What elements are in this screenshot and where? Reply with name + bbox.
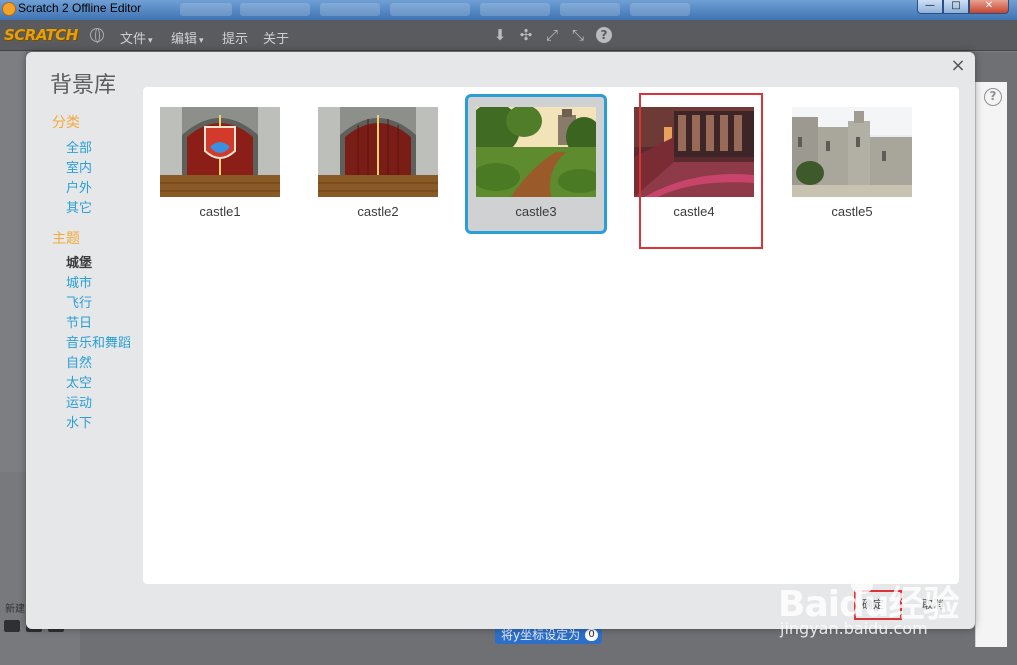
- chevron-down-icon: ▾: [148, 36, 153, 46]
- image-icon[interactable]: [4, 620, 20, 632]
- category-item-all[interactable]: 全部: [66, 137, 92, 156]
- theme-item-music-dance[interactable]: 音乐和舞蹈: [66, 332, 131, 351]
- theme-item-underwater[interactable]: 水下: [66, 412, 92, 431]
- category-item-indoors[interactable]: 室内: [66, 157, 92, 176]
- set-y-block-value[interactable]: 0: [585, 629, 599, 641]
- backdrop-thumbnail: [792, 107, 912, 197]
- backdrop-library-dialog: 背景库 × 分类 全部 室内 户外 其它 主题 城堡 城市 飞行 节日 音乐和舞…: [26, 52, 975, 629]
- menu-edit-label: 编辑: [171, 32, 198, 47]
- theme-item-city[interactable]: 城市: [66, 272, 92, 291]
- backdrop-item-label: castle3: [515, 204, 557, 219]
- backdrop-item-castle3[interactable]: castle3: [465, 94, 607, 234]
- cancel-button[interactable]: 取消: [922, 596, 944, 612]
- maximize-button[interactable]: □: [943, 0, 969, 14]
- backdrop-thumbnail: [318, 107, 438, 197]
- backdrop-item-castle2[interactable]: castle2: [307, 94, 449, 234]
- annotation-highlight: [639, 93, 763, 249]
- stage-panel: [0, 52, 26, 472]
- background-tab: [320, 3, 380, 16]
- ok-button[interactable]: 确定: [862, 596, 884, 612]
- theme-item-flying[interactable]: 飞行: [66, 292, 92, 311]
- backdrop-item-label: castle5: [831, 204, 873, 219]
- category-item-other[interactable]: 其它: [66, 197, 92, 216]
- background-tab: [390, 3, 470, 16]
- menu-about[interactable]: 关于: [263, 28, 289, 47]
- scratch-logo[interactable]: SCRATCH: [4, 26, 78, 45]
- theme-item-space[interactable]: 太空: [66, 372, 92, 391]
- theme-heading: 主题: [52, 231, 80, 247]
- help-icon[interactable]: ?: [984, 88, 1002, 106]
- minimize-button[interactable]: —: [917, 0, 943, 14]
- category-heading: 分类: [52, 115, 80, 131]
- shrink-icon[interactable]: ⤡: [570, 27, 586, 43]
- background-tab: [560, 3, 620, 16]
- menu-tips[interactable]: 提示: [222, 28, 248, 47]
- scratch-cat-icon: [2, 2, 16, 16]
- stamp-icon[interactable]: ⬇: [492, 27, 508, 43]
- cut-icon[interactable]: ✣: [518, 27, 534, 43]
- window-title: Scratch 2 Offline Editor: [18, 1, 142, 15]
- close-icon[interactable]: ×: [950, 57, 966, 75]
- close-window-button[interactable]: ✕: [969, 0, 1009, 14]
- set-y-block-label: 将y坐标设定为: [501, 628, 581, 642]
- help-icon[interactable]: ?: [596, 27, 612, 43]
- backdrop-item-castle5[interactable]: castle5: [781, 94, 923, 234]
- new-sprite-label: 新建: [5, 604, 25, 615]
- backdrop-item-label: castle1: [199, 204, 241, 219]
- language-globe-icon[interactable]: [90, 28, 104, 43]
- dialog-title: 背景库: [50, 73, 117, 98]
- background-tab: [240, 3, 310, 16]
- menu-file[interactable]: 文件 ▾: [120, 28, 153, 47]
- chevron-down-icon: ▾: [199, 36, 204, 46]
- backdrop-thumbnail: [160, 107, 280, 197]
- scripts-area-edge: [975, 82, 1007, 647]
- theme-item-sports[interactable]: 运动: [66, 392, 92, 411]
- menubar: SCRATCH 文件 ▾ 编辑 ▾ 提示 关于 ⬇ ✣ ⤢ ⤡ ?: [0, 20, 1017, 51]
- theme-item-holiday[interactable]: 节日: [66, 312, 92, 331]
- theme-item-nature[interactable]: 自然: [66, 352, 92, 371]
- theme-item-castle[interactable]: 城堡: [66, 252, 92, 271]
- backdrop-grid: castle1 castle2 castle3 castle4 castle5: [143, 87, 959, 584]
- background-tab: [480, 3, 550, 16]
- category-item-outdoors[interactable]: 户外: [66, 177, 92, 196]
- menu-edit[interactable]: 编辑 ▾: [171, 28, 204, 47]
- background-tab: [630, 3, 690, 16]
- menu-file-label: 文件: [120, 32, 147, 47]
- backdrop-item-castle1[interactable]: castle1: [149, 94, 291, 234]
- backdrop-thumbnail: [476, 107, 596, 197]
- grow-icon[interactable]: ⤢: [544, 27, 560, 43]
- backdrop-item-label: castle2: [357, 204, 399, 219]
- background-tab: [180, 3, 232, 16]
- window-titlebar: Scratch 2 Offline Editor — □ ✕: [0, 0, 1017, 20]
